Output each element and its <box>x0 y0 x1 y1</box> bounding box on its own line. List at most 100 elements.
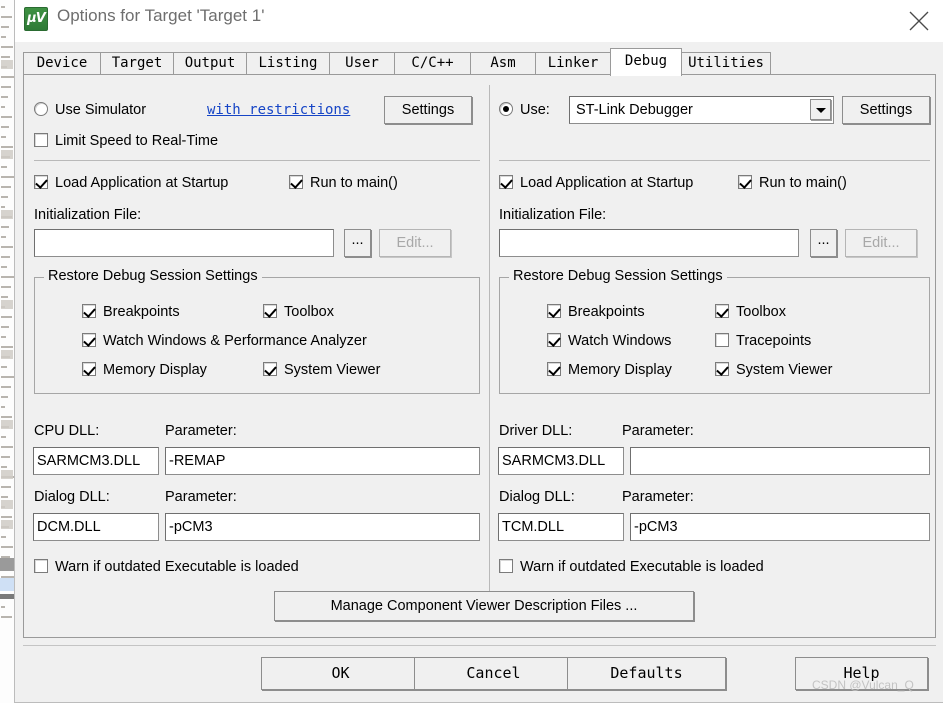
dbg-load-app-box <box>499 175 513 189</box>
dbg-restore-system-viewer[interactable]: System Viewer <box>715 361 832 379</box>
tab-target[interactable]: Target <box>100 52 174 75</box>
simulator-separator <box>34 160 480 161</box>
sim-edit-button: Edit... <box>379 229 451 257</box>
options-dialog: µV Options for Target 'Target 1' Device T… <box>14 0 943 703</box>
sim-dialog-dll-input[interactable]: DCM.DLL <box>33 513 159 541</box>
debugger-separator <box>499 160 930 161</box>
sim-load-app-label: Load Application at Startup <box>55 175 229 191</box>
sim-dialog-dll-label: Dialog DLL: <box>34 489 110 505</box>
driver-dll-input[interactable]: SARMCM3.DLL <box>498 447 624 475</box>
dbg-tracepoints-box <box>715 333 729 347</box>
limit-speed-box <box>34 133 48 147</box>
tab-debug[interactable]: Debug <box>610 48 682 76</box>
driver-param-label: Parameter: <box>622 423 694 439</box>
dbg-watch-windows-box <box>547 333 561 347</box>
dbg-dialog-dll-input[interactable]: TCM.DLL <box>498 513 624 541</box>
sim-restore-toolbox[interactable]: Toolbox <box>263 303 334 321</box>
manage-component-viewer-button[interactable]: Manage Component Viewer Description File… <box>274 591 694 621</box>
sim-watch-windows-label: Watch Windows & Performance Analyzer <box>103 333 367 349</box>
dbg-memory-display-box <box>547 362 561 376</box>
sim-memory-display-label: Memory Display <box>103 362 207 378</box>
dbg-run-to-main-label: Run to main() <box>759 175 847 191</box>
tab-listing[interactable]: Listing <box>246 52 330 75</box>
cpu-dll-input[interactable]: SARMCM3.DLL <box>33 447 159 475</box>
sim-system-viewer-box <box>263 362 277 376</box>
use-simulator-radio[interactable]: Use Simulator <box>34 101 146 119</box>
limit-speed-label: Limit Speed to Real-Time <box>55 133 219 149</box>
sim-toolbox-box <box>263 304 277 318</box>
sim-watch-windows-box <box>82 333 96 347</box>
dbg-dialog-param-label: Parameter: <box>622 489 694 505</box>
driver-dll-label: Driver DLL: <box>499 423 573 439</box>
dbg-system-viewer-box <box>715 362 729 376</box>
dbg-dialog-dll-label: Dialog DLL: <box>499 489 575 505</box>
dbg-restore-toolbox[interactable]: Toolbox <box>715 303 786 321</box>
sim-load-app-checkbox[interactable]: Load Application at Startup <box>34 174 228 192</box>
debugger-select-value: ST-Link Debugger <box>576 102 693 118</box>
dbg-warn-outdated-checkbox[interactable]: Warn if outdated Executable is loaded <box>499 558 764 576</box>
dbg-watch-windows-label: Watch Windows <box>568 333 672 349</box>
dbg-restore-tracepoints[interactable]: Tracepoints <box>715 332 811 350</box>
cancel-button[interactable]: Cancel <box>414 657 573 690</box>
uvision-icon-glyph: µV <box>27 11 46 26</box>
tab-device[interactable]: Device <box>23 52 101 75</box>
dbg-load-app-checkbox[interactable]: Load Application at Startup <box>499 174 693 192</box>
sim-restore-group-caption: Restore Debug Session Settings <box>44 268 262 284</box>
sim-run-to-main-checkbox[interactable]: Run to main() <box>289 174 398 192</box>
dbg-toolbox-label: Toolbox <box>736 304 786 320</box>
debugger-settings-button[interactable]: Settings <box>842 96 930 124</box>
defaults-button[interactable]: Defaults <box>567 657 726 690</box>
with-restrictions-link[interactable]: with restrictions <box>207 102 350 118</box>
tab-output[interactable]: Output <box>173 52 247 75</box>
dbg-restore-memory-display[interactable]: Memory Display <box>547 361 672 379</box>
sim-restore-memory-display[interactable]: Memory Display <box>82 361 207 379</box>
help-button[interactable]: Help <box>795 657 928 690</box>
sim-warn-outdated-box <box>34 559 48 573</box>
dbg-warn-outdated-box <box>499 559 513 573</box>
use-simulator-radio-dot <box>34 102 48 116</box>
sim-load-app-box <box>34 175 48 189</box>
sim-run-to-main-box <box>289 175 303 189</box>
chevron-down-icon[interactable] <box>810 99 831 120</box>
tab-user[interactable]: User <box>329 52 395 75</box>
sim-restore-watch-windows[interactable]: Watch Windows & Performance Analyzer <box>82 332 367 350</box>
dbg-run-to-main-box <box>738 175 752 189</box>
sim-dialog-param-input[interactable]: -pCM3 <box>165 513 480 541</box>
tab-linker[interactable]: Linker <box>535 52 611 75</box>
sim-init-file-label: Initialization File: <box>34 207 142 223</box>
tab-utilities[interactable]: Utilities <box>681 52 771 75</box>
simulator-settings-button[interactable]: Settings <box>384 96 472 124</box>
dbg-breakpoints-box <box>547 304 561 318</box>
sim-toolbox-label: Toolbox <box>284 304 334 320</box>
dbg-warn-outdated-label: Warn if outdated Executable is loaded <box>520 559 764 575</box>
sim-restore-system-viewer[interactable]: System Viewer <box>263 361 380 379</box>
sim-breakpoints-label: Breakpoints <box>103 304 180 320</box>
window-title: Options for Target 'Target 1' <box>57 6 265 25</box>
use-debugger-label: Use: <box>520 102 550 118</box>
sim-browse-button[interactable]: ... <box>344 229 371 257</box>
dbg-dialog-param-input[interactable]: -pCM3 <box>630 513 930 541</box>
ok-button[interactable]: OK <box>261 657 420 690</box>
dbg-restore-watch-windows[interactable]: Watch Windows <box>547 332 671 350</box>
cpu-dll-label: CPU DLL: <box>34 423 100 439</box>
dbg-restore-breakpoints[interactable]: Breakpoints <box>547 303 645 321</box>
dbg-load-app-label: Load Application at Startup <box>520 175 694 191</box>
cpu-param-input[interactable]: -REMAP <box>165 447 480 475</box>
tab-c-c[interactable]: C/C++ <box>394 52 471 75</box>
sim-restore-breakpoints[interactable]: Breakpoints <box>82 303 180 321</box>
debugger-select[interactable]: ST-Link Debugger <box>569 96 834 124</box>
dbg-browse-button[interactable]: ... <box>810 229 837 257</box>
sim-memory-display-box <box>82 362 96 376</box>
sim-init-file-input[interactable] <box>34 229 334 257</box>
use-debugger-radio[interactable]: Use: <box>499 101 550 119</box>
dbg-system-viewer-label: System Viewer <box>736 362 833 378</box>
dbg-init-file-input[interactable] <box>499 229 799 257</box>
close-icon[interactable] <box>894 0 943 38</box>
sim-warn-outdated-checkbox[interactable]: Warn if outdated Executable is loaded <box>34 558 299 576</box>
tab-asm[interactable]: Asm <box>470 52 536 75</box>
use-debugger-radio-dot <box>499 102 513 116</box>
limit-speed-checkbox[interactable]: Limit Speed to Real-Time <box>34 132 218 150</box>
driver-param-input[interactable] <box>630 447 930 475</box>
dbg-run-to-main-checkbox[interactable]: Run to main() <box>738 174 847 192</box>
sim-warn-outdated-label: Warn if outdated Executable is loaded <box>55 559 299 575</box>
